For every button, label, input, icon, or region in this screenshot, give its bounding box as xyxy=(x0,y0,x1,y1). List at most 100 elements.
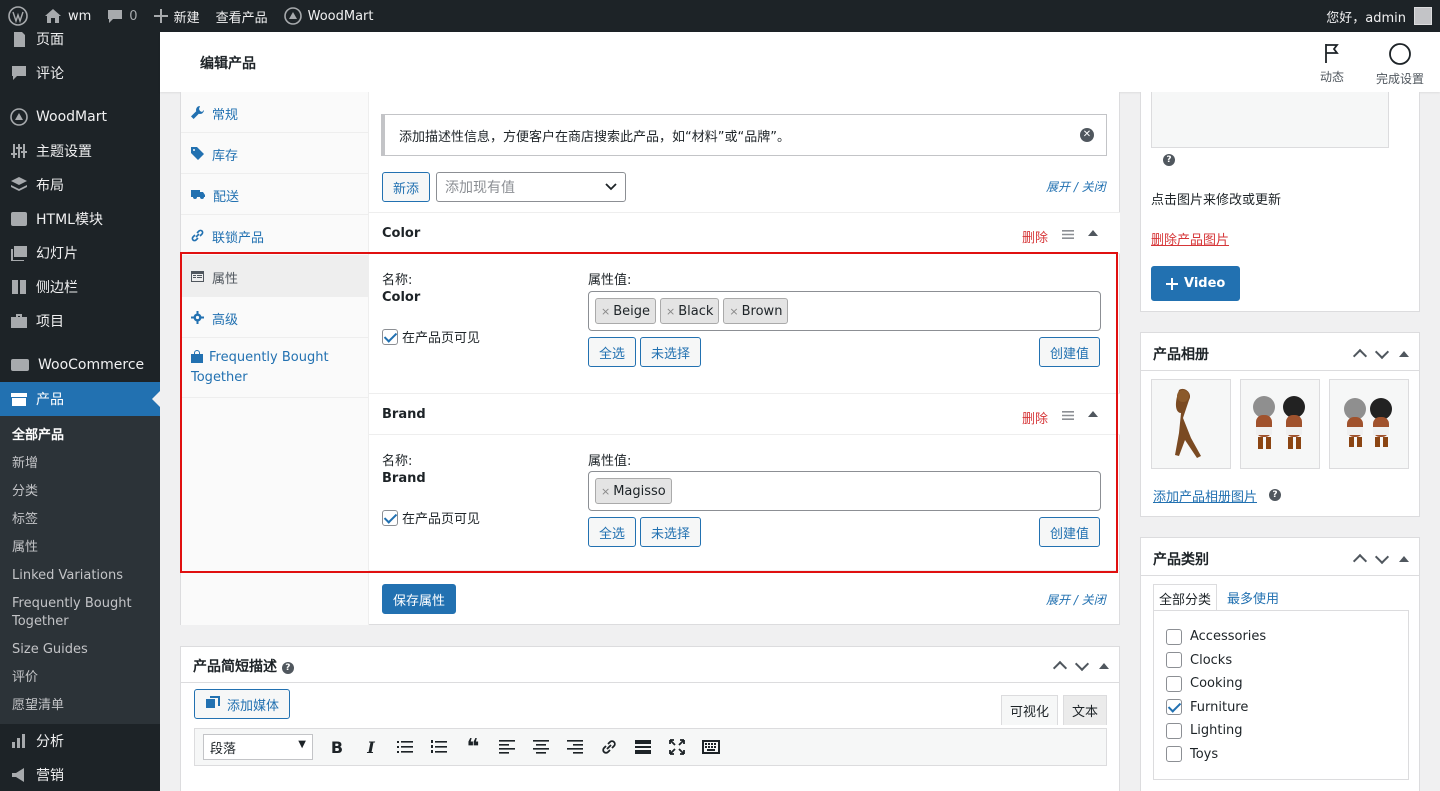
select-all-button[interactable]: 全选 xyxy=(588,337,637,367)
dismiss-notice-icon[interactable]: ✕ xyxy=(1080,128,1094,142)
finish-setup-button[interactable]: 完成设置 xyxy=(1376,42,1424,87)
site-name-link[interactable]: wm xyxy=(36,0,99,32)
save-attributes-button[interactable]: 保存属性 xyxy=(382,584,457,614)
remove-token-icon[interactable]: × xyxy=(601,305,610,318)
delete-attribute-link[interactable]: 删除 xyxy=(1022,227,1048,246)
sidebar-item-portfolio[interactable]: 项目 xyxy=(0,304,160,338)
visible-on-product-page-checkbox[interactable]: 在产品页可见 xyxy=(382,327,480,346)
tab-most-used[interactable]: 最多使用 xyxy=(1227,588,1279,607)
submenu-reviews[interactable]: 评价 xyxy=(0,664,160,692)
help-icon[interactable]: ? xyxy=(1269,489,1281,501)
view-product-link[interactable]: 查看产品 xyxy=(208,0,276,32)
delete-attribute-link[interactable]: 删除 xyxy=(1022,408,1048,427)
woodmart-link[interactable]: WoodMart xyxy=(276,0,382,32)
visible-on-product-page-checkbox[interactable]: 在产品页可见 xyxy=(382,508,480,527)
category-item[interactable]: Accessories xyxy=(1166,625,1408,649)
add-new-attribute-button[interactable]: 新添 xyxy=(382,172,431,202)
activity-button[interactable]: 动态 xyxy=(1320,42,1344,85)
align-right-icon[interactable] xyxy=(565,737,585,757)
attribute-values-input[interactable]: × Magisso xyxy=(588,471,1101,511)
move-down-icon[interactable] xyxy=(1074,656,1090,672)
drag-handle-icon[interactable] xyxy=(1062,411,1074,420)
category-checkbox[interactable] xyxy=(1166,628,1182,645)
category-item[interactable]: Clocks xyxy=(1166,649,1408,673)
category-checkbox[interactable] xyxy=(1166,675,1182,692)
submenu-attributes[interactable]: 属性 xyxy=(0,534,160,562)
select-none-button[interactable]: 未选择 xyxy=(640,517,702,547)
tab-all-categories[interactable]: 全部分类 xyxy=(1153,584,1217,611)
submenu-all-products[interactable]: 全部产品 xyxy=(0,422,160,450)
blockquote-icon[interactable]: ❝ xyxy=(463,735,483,760)
bold-icon[interactable]: B xyxy=(327,737,347,757)
category-item[interactable]: Lighting xyxy=(1166,719,1408,743)
add-video-button[interactable]: Video xyxy=(1151,266,1241,301)
select-all-button[interactable]: 全选 xyxy=(588,517,637,547)
move-up-icon[interactable] xyxy=(1052,660,1068,676)
move-up-icon[interactable] xyxy=(1352,348,1368,364)
toggle-panel-icon[interactable] xyxy=(1099,663,1109,669)
sidebar-item-woodmart[interactable]: WoodMart xyxy=(0,100,160,134)
sidebar-item-layouts[interactable]: 布局 xyxy=(0,168,160,202)
italic-icon[interactable]: I xyxy=(361,737,381,757)
category-checkbox[interactable] xyxy=(1166,652,1182,669)
sidebar-item-products[interactable]: 产品 xyxy=(0,382,160,416)
read-more-icon[interactable] xyxy=(633,737,653,757)
fullscreen-icon[interactable] xyxy=(667,737,687,757)
tab-inventory[interactable]: 库存 xyxy=(181,133,368,174)
tab-general[interactable]: 常规 xyxy=(181,92,368,133)
gallery-image[interactable] xyxy=(1240,379,1320,469)
category-checkbox[interactable] xyxy=(1166,746,1182,763)
toggle-panel-icon[interactable] xyxy=(1399,351,1409,357)
align-center-icon[interactable] xyxy=(531,737,551,757)
submenu-wishlist[interactable]: 愿望清单 xyxy=(0,692,160,720)
toggle-panel-icon[interactable] xyxy=(1399,556,1409,562)
submenu-categories[interactable]: 分类 xyxy=(0,478,160,506)
submenu-linked-variations[interactable]: Linked Variations xyxy=(0,562,160,590)
sidebar-item-slides[interactable]: 幻灯片 xyxy=(0,236,160,270)
format-select[interactable]: 段落 ▼ xyxy=(203,734,313,760)
add-existing-attribute-select[interactable]: 添加现有值 xyxy=(436,172,626,202)
gallery-image[interactable] xyxy=(1329,379,1409,469)
submenu-tags[interactable]: 标签 xyxy=(0,506,160,534)
sidebar-item-html-blocks[interactable]: HTML模块 xyxy=(0,202,160,236)
product-image-thumbnail[interactable] xyxy=(1151,92,1389,148)
help-icon[interactable]: ? xyxy=(281,662,294,674)
category-checkbox-checked[interactable] xyxy=(1166,699,1182,716)
bullet-list-icon[interactable] xyxy=(395,737,415,757)
drag-handle-icon[interactable] xyxy=(1062,230,1074,239)
remove-product-image-link[interactable]: 删除产品图片 xyxy=(1151,229,1229,248)
add-gallery-images-link[interactable]: 添加产品相册图片 xyxy=(1153,486,1257,505)
category-checkbox[interactable] xyxy=(1166,722,1182,739)
checkbox-checked[interactable] xyxy=(382,509,398,526)
sidebar-item-comments[interactable]: 评论 xyxy=(0,56,160,90)
remove-token-icon[interactable]: × xyxy=(601,485,610,498)
sidebar-item-analytics[interactable]: 分析 xyxy=(0,724,160,758)
tab-visual[interactable]: 可视化 xyxy=(1001,695,1058,725)
submenu-frequently-bought[interactable]: Frequently Bought Together xyxy=(0,590,160,636)
comments-link[interactable]: 0 xyxy=(99,0,145,32)
submenu-size-guides[interactable]: Size Guides xyxy=(0,636,160,664)
remove-token-icon[interactable]: × xyxy=(729,305,738,318)
remove-token-icon[interactable]: × xyxy=(666,305,675,318)
wp-logo-button[interactable] xyxy=(0,0,36,32)
sidebar-item-sidebars[interactable]: 侧边栏 xyxy=(0,270,160,304)
tab-attributes[interactable]: 属性 xyxy=(181,256,368,297)
attribute-header-color[interactable]: Color 删除 xyxy=(369,212,1120,254)
add-media-button[interactable]: 添加媒体 xyxy=(194,689,291,719)
sidebar-item-pages[interactable]: 页面 xyxy=(0,32,160,56)
numbered-list-icon[interactable] xyxy=(429,737,449,757)
tab-frequently-bought-together[interactable]: Frequently Bought Together xyxy=(181,338,368,398)
new-content-link[interactable]: 新建 xyxy=(146,0,208,32)
attribute-values-input[interactable]: × Beige × Black × Brown xyxy=(588,291,1101,331)
sidebar-item-theme-settings[interactable]: 主题设置 xyxy=(0,134,160,168)
category-item[interactable]: Cooking xyxy=(1166,672,1408,696)
move-up-icon[interactable] xyxy=(1352,553,1368,569)
expand-close-link-top[interactable]: 展开 / 关闭 xyxy=(1046,178,1106,195)
expand-close-link-bottom[interactable]: 展开 / 关闭 xyxy=(1046,591,1106,608)
collapse-arrow-icon[interactable] xyxy=(1088,230,1098,236)
toolbar-toggle-icon[interactable] xyxy=(701,737,721,757)
sidebar-item-marketing[interactable]: 营销 xyxy=(0,758,160,791)
select-none-button[interactable]: 未选择 xyxy=(640,337,702,367)
category-item[interactable]: Toys xyxy=(1166,743,1408,767)
create-value-button[interactable]: 创建值 xyxy=(1039,517,1101,547)
